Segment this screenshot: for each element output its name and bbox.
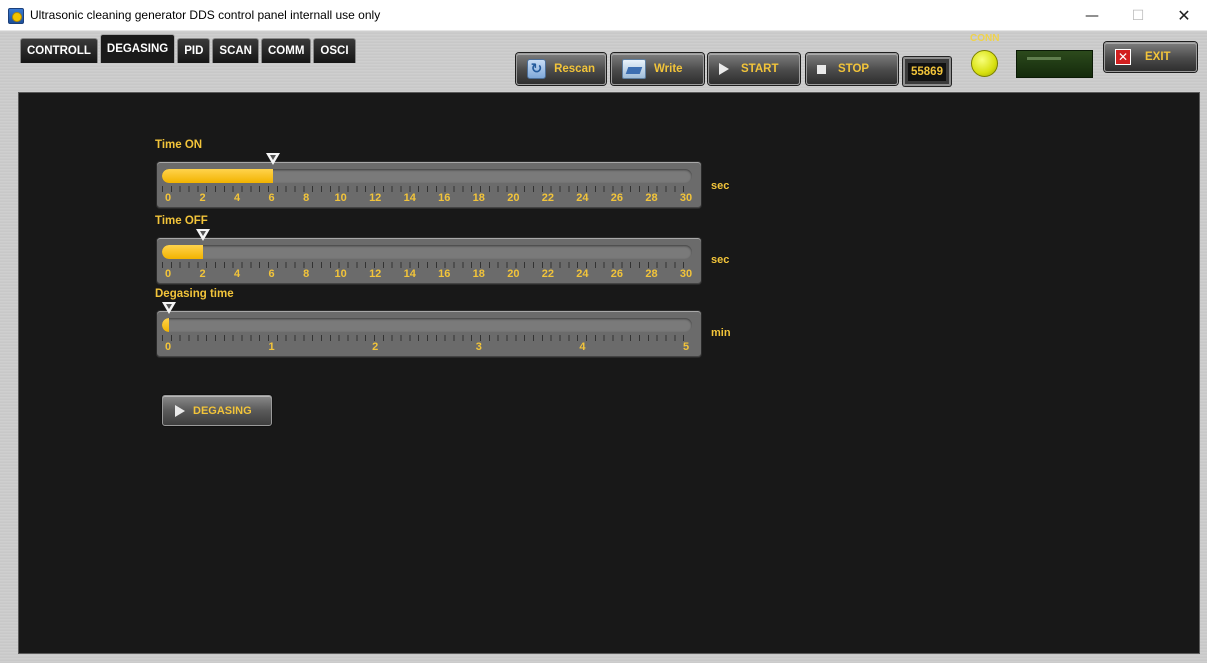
time-on-slider[interactable]: 0 2 4 6 8 10 12 14 16 18 20 22 24 26 28 30 xyxy=(156,153,703,209)
tick-label: 6 xyxy=(268,268,275,280)
tick-label: 24 xyxy=(576,192,589,204)
stop-button[interactable]: STOP xyxy=(806,53,898,85)
tick-label: 14 xyxy=(403,268,416,280)
tab-controll[interactable]: CONTROLL xyxy=(20,38,98,63)
tab-bar: CONTROLL DEGASING PID SCAN COMM OSCI xyxy=(20,34,358,63)
slider-fill xyxy=(162,318,169,332)
start-button[interactable]: START xyxy=(708,53,800,85)
tab-comm[interactable]: COMM xyxy=(261,38,312,63)
tick-label: 2 xyxy=(199,192,206,204)
tick-label: 16 xyxy=(438,268,451,280)
tick-label: 4 xyxy=(579,341,586,353)
slider-thumb-icon[interactable] xyxy=(266,153,281,166)
app-icon xyxy=(8,8,24,24)
write-button[interactable]: Write xyxy=(611,53,704,85)
tick-label: 4 xyxy=(234,192,241,204)
tick-label: 28 xyxy=(645,192,658,204)
close-button[interactable]: ✕ xyxy=(1161,0,1207,31)
slider-track xyxy=(162,318,692,332)
tick-label: 0 xyxy=(164,192,172,204)
degasing-time-label: Degasing time xyxy=(155,288,234,300)
tick-label: 0 xyxy=(164,341,172,353)
degasing-button-label: DEGASING xyxy=(193,404,252,417)
tick-label: 20 xyxy=(507,268,520,280)
start-label: START xyxy=(741,63,779,75)
status-display xyxy=(1016,50,1093,78)
exit-button[interactable]: ✕ EXIT xyxy=(1104,42,1197,72)
tick-label: 6 xyxy=(268,192,275,204)
time-off-label: Time OFF xyxy=(155,215,208,227)
tick-label: 26 xyxy=(610,192,624,204)
tick-label: 10 xyxy=(334,268,347,280)
stop-label: STOP xyxy=(838,63,870,75)
tick-label: 8 xyxy=(303,268,310,280)
degasing-time-slider[interactable]: 0 1 2 3 4 5 xyxy=(156,302,703,358)
slider-thumb-icon[interactable] xyxy=(195,229,210,242)
time-off-slider[interactable]: 0 2 4 6 8 10 12 14 16 18 20 22 24 26 28 30 xyxy=(156,229,703,285)
tick-labels: 0 2 4 6 8 10 12 14 16 18 20 22 24 26 28 30 xyxy=(157,268,703,282)
refresh-icon: ↻ xyxy=(527,59,547,79)
exit-label: EXIT xyxy=(1145,51,1171,63)
tick-label: 5 xyxy=(682,341,690,353)
tick-labels: 0 1 2 3 4 5 xyxy=(157,341,703,355)
slider-fill xyxy=(162,245,203,259)
play-icon xyxy=(719,63,729,75)
time-on-label: Time ON xyxy=(155,139,203,151)
tab-pid[interactable]: PID xyxy=(177,38,211,63)
tab-osci[interactable]: OSCI xyxy=(313,38,356,63)
connection-led-icon xyxy=(971,50,998,77)
tick-label: 4 xyxy=(234,268,241,280)
tick-label: 30 xyxy=(679,192,693,204)
write-icon xyxy=(622,59,646,79)
rescan-label: Rescan xyxy=(554,63,595,75)
tick-label: 28 xyxy=(645,268,658,280)
tab-degasing[interactable]: DEGASING xyxy=(99,34,176,63)
tick-label: 2 xyxy=(372,341,379,353)
slider-thumb-icon[interactable] xyxy=(162,302,176,315)
tick-label: 16 xyxy=(438,192,451,204)
window-title: Ultrasonic cleaning generator DDS contro… xyxy=(30,8,381,22)
tick-label: 2 xyxy=(199,268,206,280)
tick-label: 12 xyxy=(369,192,382,204)
tab-scan[interactable]: SCAN xyxy=(212,38,259,63)
minimize-button[interactable]: — xyxy=(1069,0,1115,31)
exit-icon: ✕ xyxy=(1115,49,1131,65)
stop-icon xyxy=(817,64,826,74)
tick-label: 18 xyxy=(472,192,485,204)
rescan-button[interactable]: ↻ Rescan xyxy=(516,53,606,85)
slider-fill xyxy=(162,169,274,183)
counter-value: 55869 xyxy=(908,62,946,81)
tick-label: 20 xyxy=(507,192,520,204)
tick-label: 22 xyxy=(541,192,554,204)
tick-label: 12 xyxy=(369,268,382,280)
slider-track xyxy=(162,245,692,259)
time-off-unit: sec xyxy=(711,254,730,266)
slider-track xyxy=(162,169,692,183)
tick-label: 26 xyxy=(610,268,624,280)
tick-label: 1 xyxy=(268,341,275,353)
conn-label: CONN xyxy=(970,33,1000,44)
tick-label: 14 xyxy=(403,192,416,204)
tick-label: 24 xyxy=(576,268,589,280)
play-icon xyxy=(175,404,185,417)
tick-label: 8 xyxy=(303,192,310,204)
write-label: Write xyxy=(654,63,683,75)
tick-label: 22 xyxy=(541,268,554,280)
tick-label: 30 xyxy=(679,268,693,280)
tick-labels: 0 2 4 6 8 10 12 14 16 18 20 22 24 26 28 30 xyxy=(157,192,703,206)
time-on-unit: sec xyxy=(711,180,730,192)
tick-label: 10 xyxy=(334,192,347,204)
title-bar: Ultrasonic cleaning generator DDS contro… xyxy=(0,0,1207,31)
tick-label: 3 xyxy=(475,341,482,353)
maximize-button[interactable]: ☐ xyxy=(1115,0,1161,31)
tick-label: 0 xyxy=(164,268,172,280)
counter-display: 55869 xyxy=(903,57,951,86)
degasing-button[interactable]: DEGASING xyxy=(162,395,272,426)
tick-label: 18 xyxy=(472,268,485,280)
degasing-time-unit: min xyxy=(711,327,731,339)
